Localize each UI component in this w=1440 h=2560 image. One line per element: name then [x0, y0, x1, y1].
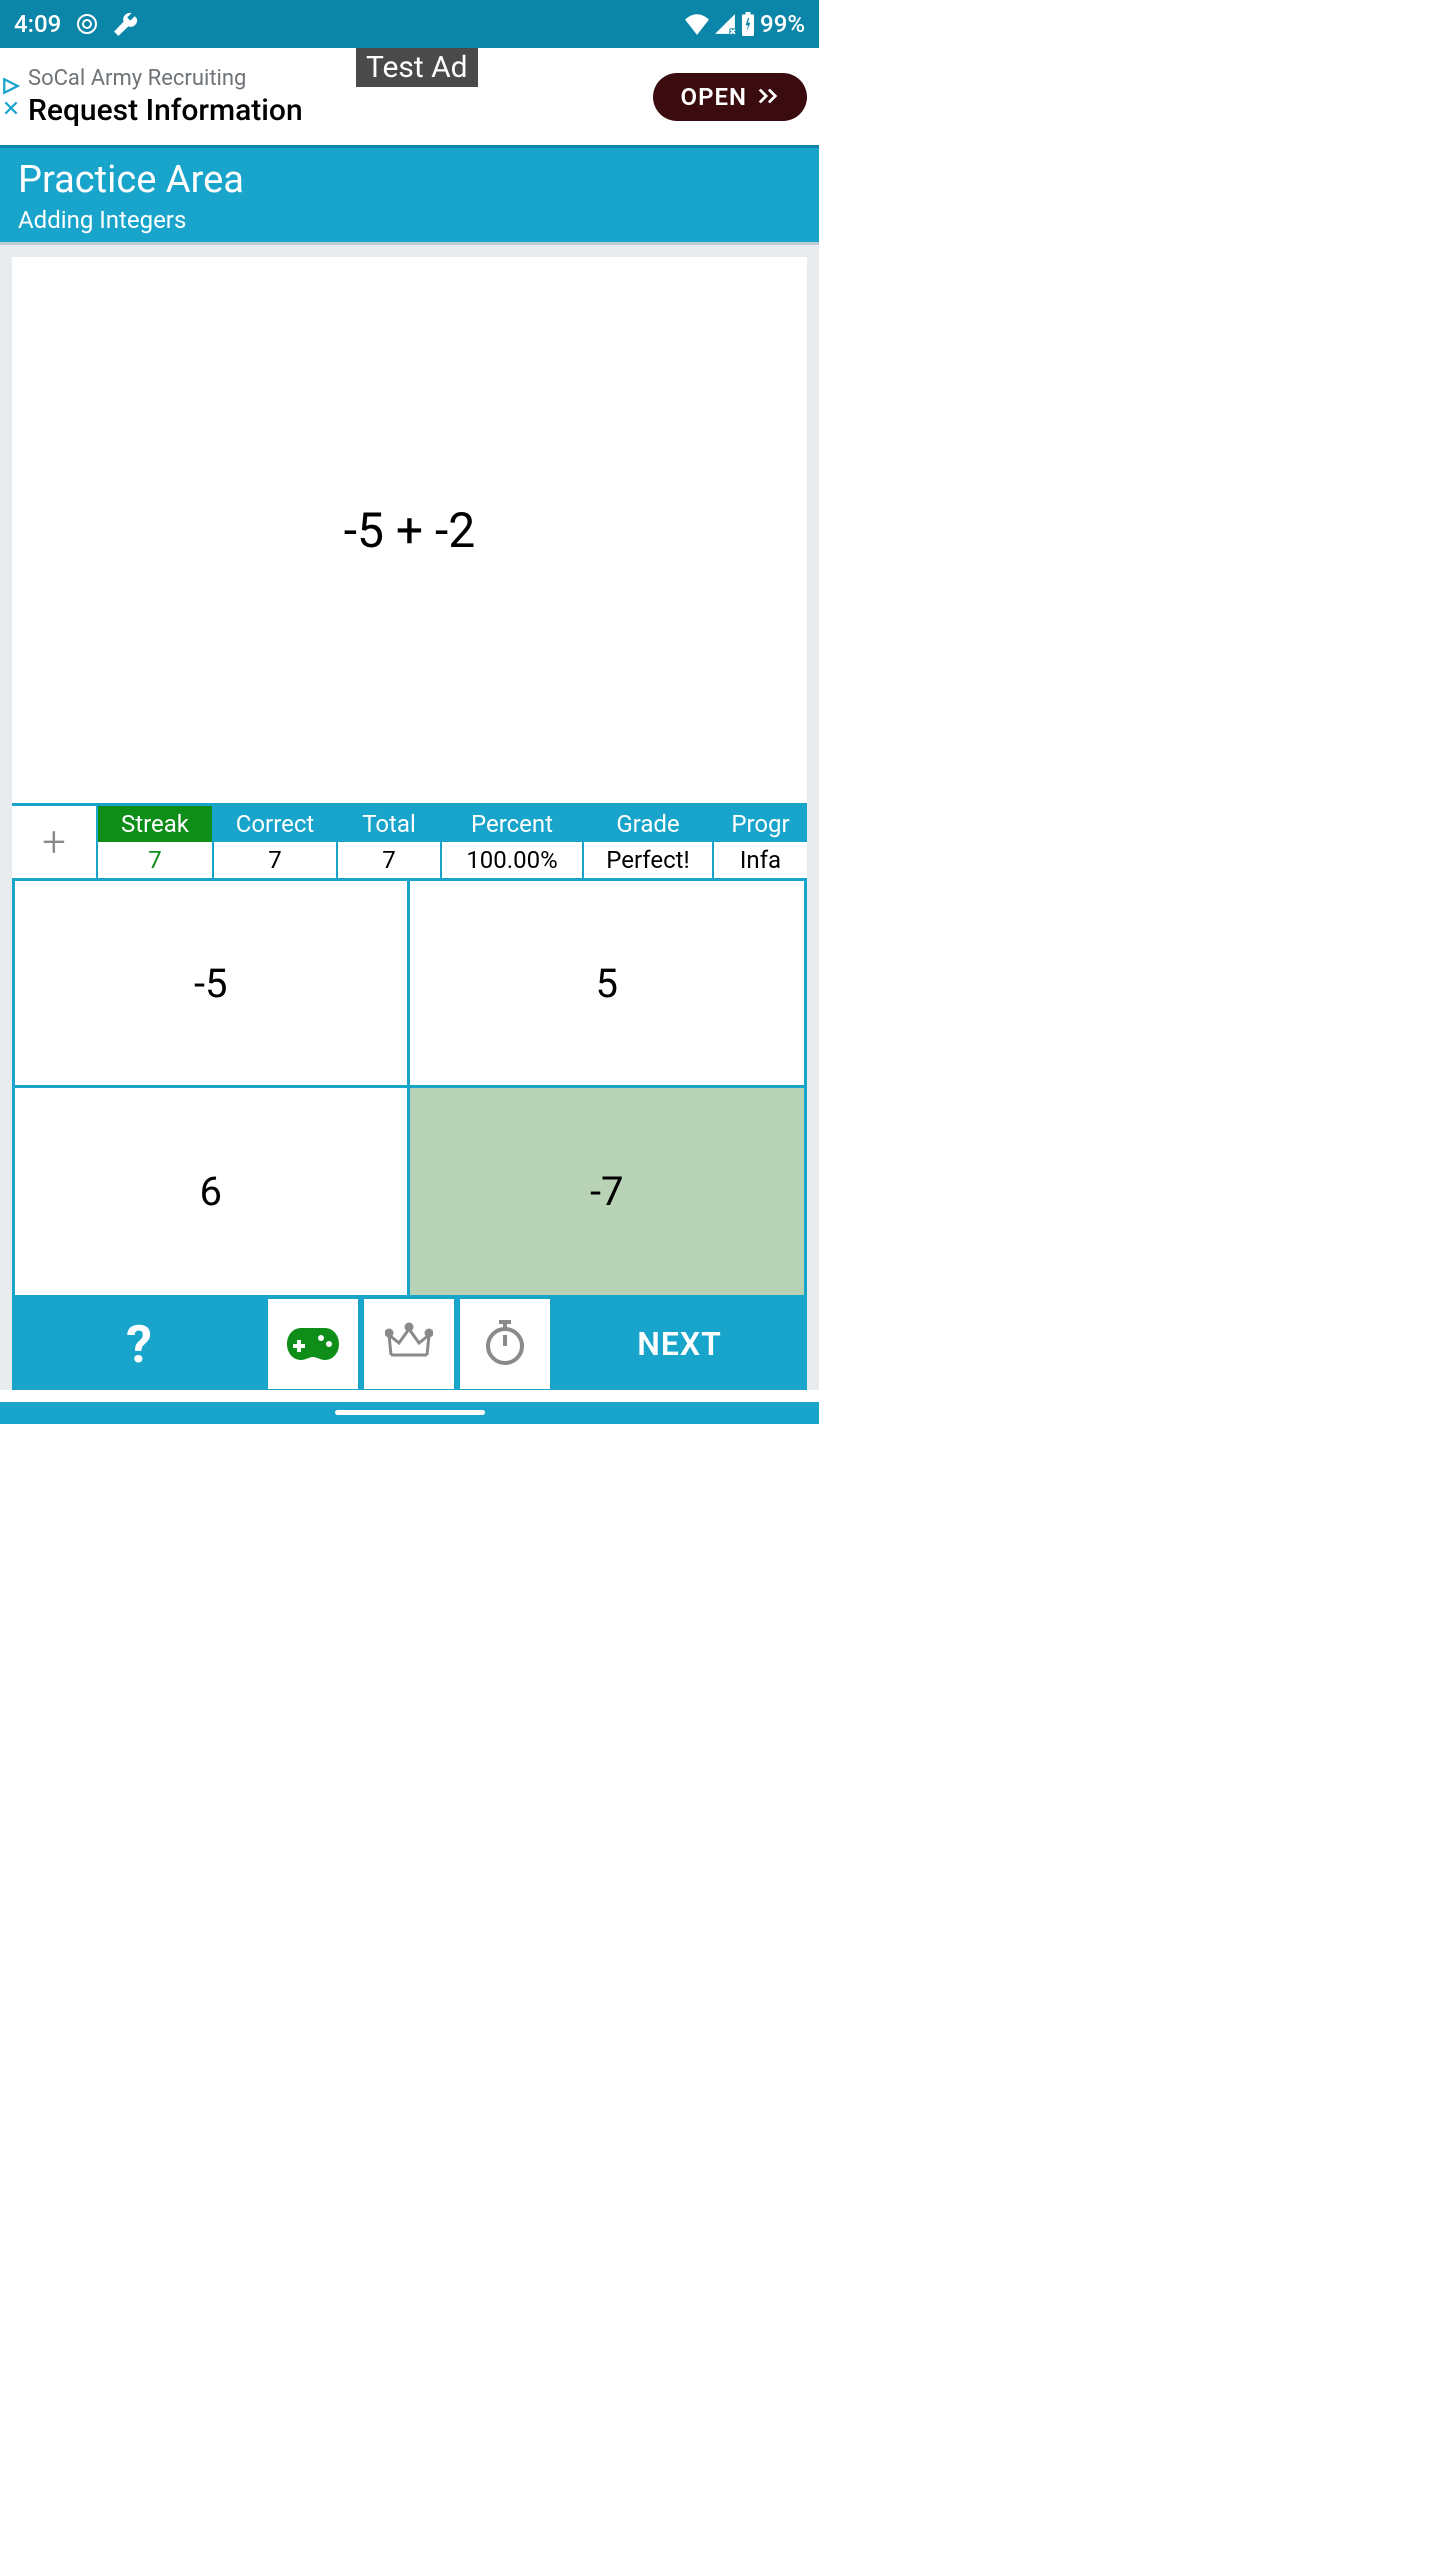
stat-streak-label: Streak [98, 806, 212, 842]
page-subtitle: Adding Integers [18, 206, 801, 234]
answer-0-text: -5 [194, 960, 228, 1007]
stats-table: + Streak 7 Correct 7 Total 7 Percent 100… [12, 803, 807, 881]
ad-open-button[interactable]: OPEN [653, 73, 807, 121]
stat-total: Total 7 [338, 806, 442, 878]
stat-correct: Correct 7 [214, 806, 338, 878]
status-left: 4:09 [14, 10, 139, 38]
stat-percent-label: Percent [442, 806, 582, 842]
next-label: NEXT [637, 1325, 722, 1363]
answer-1-text: 5 [596, 960, 618, 1007]
ad-headline: Request Information [28, 93, 653, 128]
help-button[interactable]: ? [12, 1314, 266, 1375]
bottom-bar: ? NEX [12, 1298, 807, 1390]
plus-icon: + [42, 818, 66, 867]
question-expression: -5 + -2 [344, 502, 476, 559]
game-mode-button[interactable] [268, 1299, 358, 1389]
question-area: -5 + -2 [12, 257, 807, 803]
stat-grade: Grade Perfect! [584, 806, 714, 878]
chevrons-right-icon [757, 83, 779, 111]
stat-correct-value: 7 [214, 842, 336, 878]
practice-card: -5 + -2 + Streak 7 Correct 7 Total 7 Per… [12, 257, 807, 1390]
ad-advertiser: SoCal Army Recruiting [28, 66, 653, 91]
ad-open-label: OPEN [681, 83, 747, 111]
next-button[interactable]: NEXT [552, 1325, 807, 1363]
ad-text-block: SoCal Army Recruiting Request Informatio… [28, 66, 653, 128]
stat-percent-value: 100.00% [442, 842, 582, 878]
sync-icon [75, 12, 99, 36]
answer-option-1[interactable]: 5 [410, 881, 805, 1088]
stat-total-value: 7 [338, 842, 440, 878]
help-label: ? [126, 1314, 152, 1375]
content-area: -5 + -2 + Streak 7 Correct 7 Total 7 Per… [0, 245, 819, 1390]
answer-grid: -5 5 6 -7 [12, 881, 807, 1298]
ad-banner[interactable]: SoCal Army Recruiting Request Informatio… [0, 48, 819, 148]
wifi-icon [684, 13, 710, 35]
battery-icon [740, 12, 756, 36]
answer-option-3[interactable]: -7 [410, 1088, 805, 1295]
page-title: Practice Area [18, 158, 801, 202]
stat-progress-value: Infa [714, 842, 807, 878]
stat-grade-label: Grade [584, 806, 712, 842]
android-nav-bar [0, 1402, 819, 1424]
stat-progress-label: Progr [714, 806, 807, 842]
leaderboard-button[interactable] [364, 1299, 454, 1389]
status-time: 4:09 [14, 10, 61, 38]
stat-grade-value: Perfect! [584, 842, 712, 878]
stat-total-label: Total [338, 806, 440, 842]
answer-3-text: -7 [590, 1168, 624, 1215]
stat-percent: Percent 100.00% [442, 806, 584, 878]
answer-option-2[interactable]: 6 [15, 1088, 410, 1295]
stat-streak-value: 7 [98, 842, 212, 878]
stat-streak: Streak 7 [98, 806, 214, 878]
wrench-icon [113, 11, 139, 37]
crown-icon [385, 1321, 433, 1367]
bottom-icon-group [266, 1299, 552, 1389]
status-bar: 4:09 99% [0, 0, 819, 48]
stat-correct-label: Correct [214, 806, 336, 842]
status-right: 99% [684, 10, 805, 38]
gamepad-icon [287, 1324, 339, 1364]
adchoices-icon[interactable] [2, 77, 20, 117]
test-ad-tag: Test Ad [356, 48, 478, 87]
timer-button[interactable] [460, 1299, 550, 1389]
page-header: Practice Area Adding Integers [0, 148, 819, 245]
expand-stats-button[interactable]: + [12, 806, 98, 878]
answer-2-text: 6 [200, 1168, 222, 1215]
stopwatch-icon [483, 1318, 527, 1370]
status-battery-pct: 99% [760, 10, 805, 38]
stat-progress: Progr Infa [714, 806, 807, 878]
answer-option-0[interactable]: -5 [15, 881, 410, 1088]
signal-icon [714, 13, 736, 35]
